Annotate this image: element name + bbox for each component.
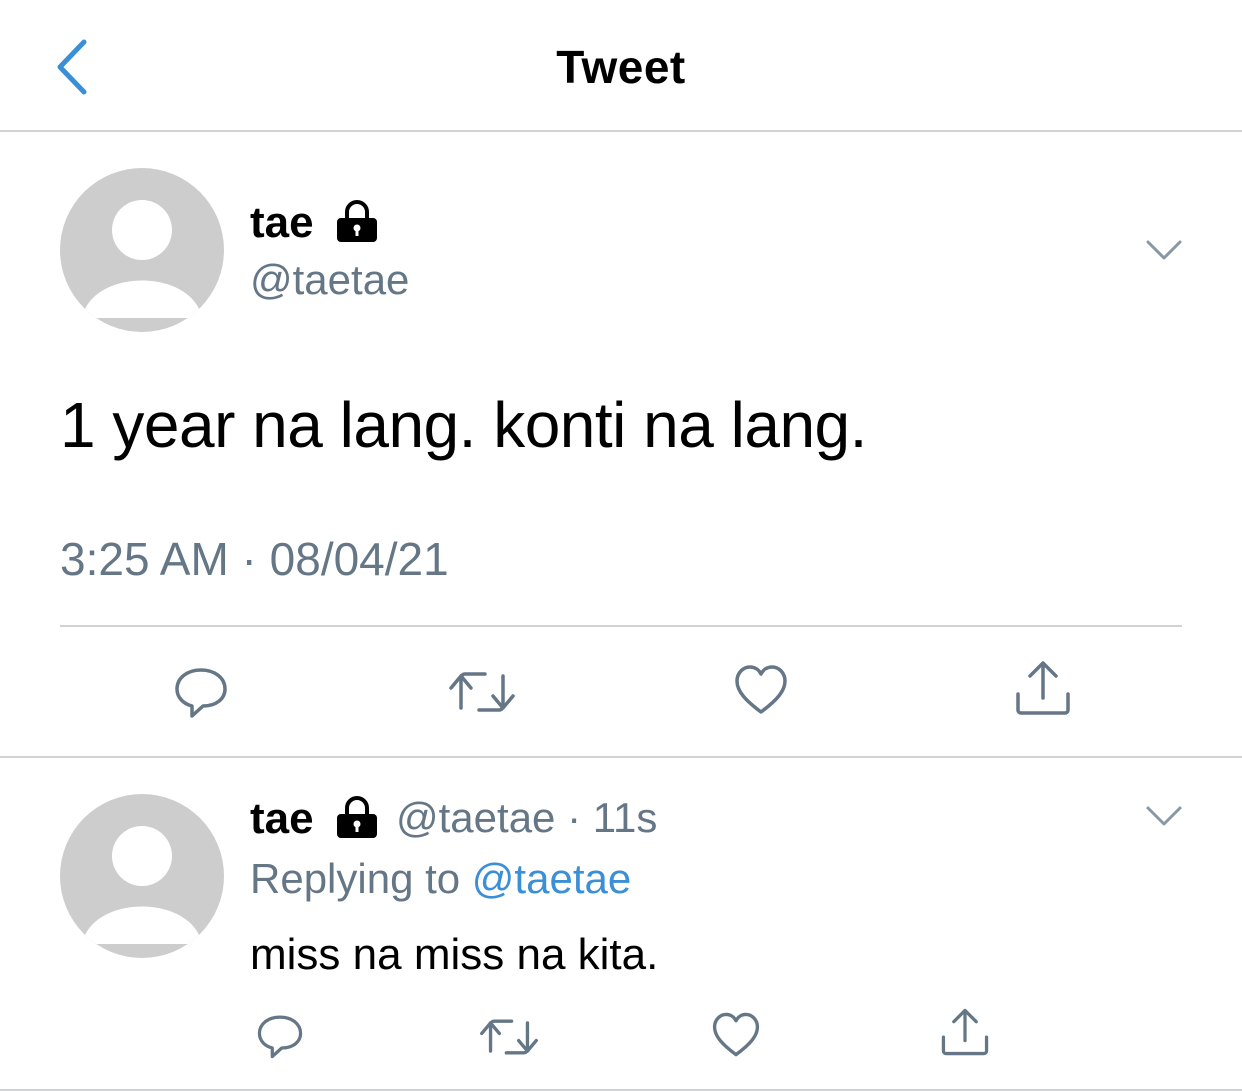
share-icon[interactable] <box>1014 658 1072 718</box>
user-handle-time[interactable]: @taetae · 11s <box>396 794 657 842</box>
display-name[interactable]: tae <box>250 794 314 844</box>
retweet-icon[interactable] <box>449 666 515 718</box>
tweet-timestamp: 3:25 AM · 08/04/21 <box>60 533 449 585</box>
page-title: Tweet <box>556 41 686 93</box>
replying-to-link[interactable]: @taetae <box>472 855 631 902</box>
like-icon[interactable] <box>711 1010 761 1060</box>
avatar[interactable] <box>60 168 224 332</box>
replying-to: Replying to @taetae <box>250 855 631 903</box>
avatar[interactable] <box>60 794 224 958</box>
divider <box>60 625 1182 627</box>
retweet-icon[interactable] <box>480 1014 538 1060</box>
lock-icon <box>337 200 377 242</box>
share-icon[interactable] <box>940 1006 990 1058</box>
tweet-text: miss na miss na kita. <box>250 930 659 979</box>
like-icon[interactable] <box>733 662 789 718</box>
display-name[interactable]: tae <box>250 198 314 248</box>
replying-to-label: Replying to <box>250 855 472 902</box>
reply-icon[interactable] <box>173 664 229 720</box>
tweet-text: 1 year na lang. konti na lang. <box>60 389 867 461</box>
lock-icon <box>337 796 377 838</box>
chevron-down-icon[interactable] <box>1144 798 1184 834</box>
divider <box>0 756 1242 758</box>
reply-icon[interactable] <box>256 1012 304 1060</box>
user-handle[interactable]: @taetae <box>250 256 409 304</box>
chevron-down-icon[interactable] <box>1144 232 1184 268</box>
